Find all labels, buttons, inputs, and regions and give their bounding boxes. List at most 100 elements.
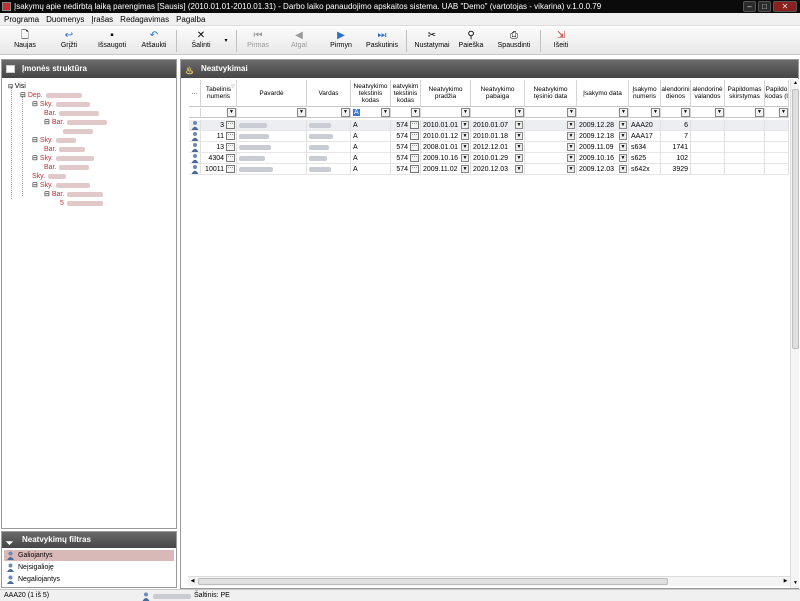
filter-end[interactable]: ▼ (471, 108, 525, 118)
col-header-order-number[interactable]: Įsakymo numeris (629, 80, 661, 107)
filter-name[interactable]: ▼ (307, 108, 351, 118)
cell-tab-number[interactable]: 3 ··· (201, 120, 237, 131)
cell-calendar-days[interactable]: 102 (661, 153, 691, 164)
close-button[interactable]: ✕ (773, 1, 797, 12)
cell-extra-code[interactable] (765, 142, 789, 153)
col-header-name[interactable]: Vardas (307, 80, 351, 107)
cell-order-date[interactable]: 2009.12.28 ▼ (577, 120, 629, 131)
tree-node-sky[interactable]: Sky. (32, 172, 67, 181)
tree-node-bar[interactable]: Bar. (44, 145, 86, 154)
dropdown-icon[interactable]: ▼ (755, 108, 764, 117)
cell-absence-code[interactable]: A (351, 131, 391, 142)
scroll-left-arrow[interactable]: ◀ (188, 577, 197, 586)
tree-node-dep[interactable]: ⊟ Dep. (20, 91, 82, 100)
cell-continuation[interactable]: ▼ (525, 164, 577, 175)
cell-start[interactable]: 2010.01.12 ▼ (421, 131, 471, 142)
prev-button[interactable]: ◀ Atgal (286, 29, 312, 53)
tree-node-bar[interactable]: ⊟ Bar. (44, 118, 108, 127)
last-button[interactable]: ⏭ Paskutinis (364, 29, 400, 53)
cell-end[interactable]: 2010.01.18 ▼ (471, 131, 525, 142)
dropdown-icon[interactable]: ▼ (619, 132, 627, 140)
menu-duomenys[interactable]: Duomenys (46, 15, 84, 24)
cell-absence-code2[interactable]: 574 ··· (391, 131, 421, 142)
cell-end[interactable]: 2010.01.07 ▼ (471, 120, 525, 131)
dropdown-icon[interactable]: ▼ (515, 143, 523, 151)
cell-start[interactable]: 2010.01.01 ▼ (421, 120, 471, 131)
dropdown-icon[interactable]: ▼ (779, 108, 788, 117)
filter-absence-code2[interactable]: ▼ (391, 108, 421, 118)
col-header-extra-split[interactable]: Papildomas skirstymas (725, 80, 765, 107)
cell-calendar-days[interactable]: 3929 (661, 164, 691, 175)
dropdown-icon[interactable]: ▼ (411, 108, 420, 117)
cell-continuation[interactable]: ▼ (525, 120, 577, 131)
cell-name[interactable] (307, 164, 351, 175)
horizontal-scroll-thumb[interactable] (198, 578, 668, 585)
cell-end[interactable]: 2020.12.03 ▼ (471, 164, 525, 175)
cell-calendar-hours[interactable] (691, 164, 725, 175)
cell-order-number[interactable]: AAA20 (629, 120, 661, 131)
cell-extra-split[interactable] (725, 142, 765, 153)
col-header-tab-number[interactable]: Tabelinis numeris ▽ (201, 80, 237, 107)
cell-name[interactable] (307, 131, 351, 142)
cell-extra-split[interactable] (725, 131, 765, 142)
col-header-calendar-hours[interactable]: alendorinė valandos (691, 80, 725, 107)
cell-name[interactable] (307, 153, 351, 164)
cell-end[interactable]: 2012.12.01 ▼ (471, 142, 525, 153)
tree-node-leaf[interactable] (60, 127, 93, 136)
cell-surname[interactable] (237, 153, 307, 164)
table-row[interactable]: 13 ··· A 574 ··· 2008.01.01 ▼ 2012.12.01 ▼ ▼… (189, 142, 789, 153)
ellipsis-button[interactable]: ··· (226, 143, 235, 151)
cell-calendar-days[interactable]: 6 (661, 120, 691, 131)
cell-tab-number[interactable]: 4304 ··· (201, 153, 237, 164)
cell-extra-split[interactable] (725, 153, 765, 164)
ellipsis-button[interactable]: ··· (410, 121, 419, 129)
first-button[interactable]: ⏮ Pirmas (244, 29, 272, 53)
delete-dropdown[interactable]: ▾ (222, 29, 230, 53)
delete-button[interactable]: ✕ Šalinti (188, 29, 214, 53)
cell-order-number[interactable]: s634 (629, 142, 661, 153)
tree-node-sky[interactable]: ⊟ Sky. (32, 181, 90, 190)
dropdown-icon[interactable]: ▼ (567, 108, 576, 117)
dropdown-icon[interactable]: ▼ (567, 154, 575, 162)
dropdown-icon[interactable]: ▼ (681, 108, 690, 117)
ellipsis-button[interactable]: ··· (226, 132, 235, 140)
cell-start[interactable]: 2009.10.16 ▼ (421, 153, 471, 164)
dropdown-icon[interactable]: ▼ (227, 108, 236, 117)
dropdown-icon[interactable]: ▼ (515, 154, 523, 162)
maximize-button[interactable]: □ (758, 1, 771, 12)
menu-irasas[interactable]: Įrašas (91, 15, 113, 24)
table-row[interactable]: 4304 ··· A 574 ··· 2009.10.16 ▼ 2010.01.29 ▼… (189, 153, 789, 164)
cell-order-date[interactable]: 2009.11.09 ▼ (577, 142, 629, 153)
cell-absence-code2[interactable]: 574 ··· (391, 164, 421, 175)
menu-pagalba[interactable]: Pagalba (176, 15, 205, 24)
cell-extra-split[interactable] (725, 164, 765, 175)
horizontal-scrollbar[interactable]: ◀ ▶ (188, 576, 790, 586)
col-header-surname[interactable]: Pavardė (237, 80, 307, 107)
settings-button[interactable]: ✂ Nustatymai (412, 29, 452, 53)
filter-calendar-hours[interactable]: ▼ (691, 108, 725, 118)
col-header-continuation[interactable]: Neatvykimo tęsinio data (525, 80, 577, 107)
filter-extra-code[interactable]: ▼ (765, 108, 789, 118)
cell-absence-code2[interactable]: 574 ··· (391, 142, 421, 153)
dropdown-icon[interactable]: ▼ (651, 108, 660, 117)
cell-order-date[interactable]: 2009.12.18 ▼ (577, 131, 629, 142)
dropdown-icon[interactable]: ▼ (515, 165, 523, 173)
cell-calendar-hours[interactable] (691, 131, 725, 142)
col-header-absence-code2[interactable]: eatvykim tekstinis kodas (391, 80, 421, 107)
cell-surname[interactable] (237, 120, 307, 131)
exit-button[interactable]: ⇲ Išeiti (550, 29, 572, 53)
table-row[interactable]: 3 ··· A 574 ··· 2010.01.01 ▼ 2010.01.07 ▼ ▼ … (189, 120, 789, 131)
cell-tab-number[interactable]: 13 ··· (201, 142, 237, 153)
cell-order-date[interactable]: 2009.12.03 ▼ (577, 164, 629, 175)
tree-node-bar[interactable]: ⊟ Bar. (44, 190, 104, 199)
cell-order-number[interactable]: AAA17 (629, 131, 661, 142)
cell-absence-code2[interactable]: 574 ··· (391, 120, 421, 131)
cell-extra-split[interactable] (725, 120, 765, 131)
dropdown-icon[interactable]: ▼ (619, 143, 627, 151)
tree-node-sky[interactable]: ⊟ Sky. (32, 154, 94, 163)
save-button[interactable]: ▪ Išsaugoti (94, 29, 130, 53)
ellipsis-button[interactable]: ··· (410, 143, 419, 151)
ellipsis-button[interactable]: ··· (410, 154, 419, 162)
dropdown-icon[interactable]: ▼ (461, 132, 469, 140)
cell-absence-code2[interactable]: 574 ··· (391, 153, 421, 164)
